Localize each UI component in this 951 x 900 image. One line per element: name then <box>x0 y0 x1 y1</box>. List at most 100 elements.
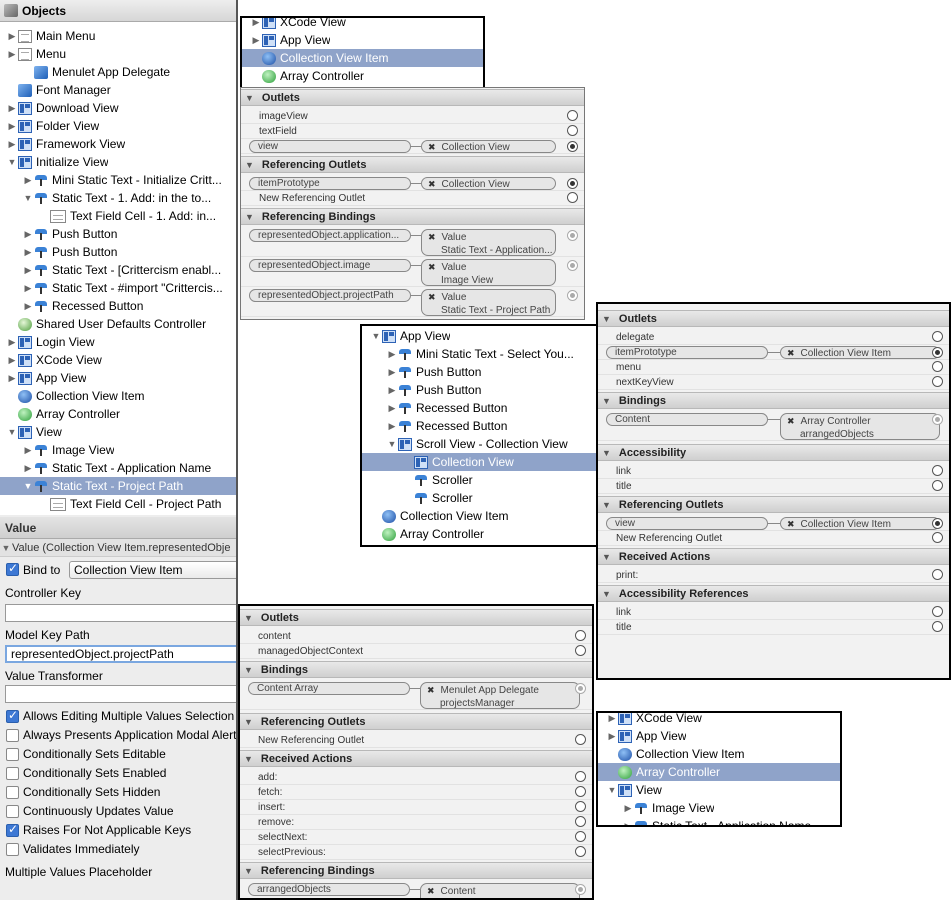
connection-target[interactable]: ✖ Value Image View <box>421 259 556 286</box>
outline-row[interactable]: ▶ Folder View <box>0 117 236 135</box>
outline-row[interactable]: Text Field Cell - 1. Add: in... <box>0 207 236 225</box>
outline-row[interactable]: ▶ Main Menu <box>0 27 236 45</box>
option-checkbox[interactable] <box>6 767 19 780</box>
outline-row[interactable]: ▶ Static Text - Application Name <box>0 459 236 477</box>
outline-row[interactable]: ▶ XCode View <box>242 18 483 31</box>
outline-row[interactable]: Scroller <box>362 489 598 507</box>
connection-circle-icon[interactable] <box>567 110 578 121</box>
connection-circle-icon[interactable] <box>932 347 943 358</box>
disclosure-down-icon[interactable]: ▼ <box>602 500 611 510</box>
connection-circle-icon[interactable] <box>575 846 586 857</box>
disclosure-right-icon[interactable]: ▶ <box>22 301 34 312</box>
connection-circle-icon[interactable] <box>567 178 578 189</box>
outline-row[interactable]: Collection View Item <box>242 49 483 67</box>
disclosure-down-icon[interactable]: ▼ <box>22 481 34 491</box>
disclosure-down-icon[interactable]: ▼ <box>606 785 618 795</box>
outline-row[interactable]: ▶ Push Button <box>362 381 598 399</box>
connection-circle-icon[interactable] <box>567 141 578 152</box>
disclosure-right-icon[interactable]: ▶ <box>250 35 262 46</box>
connection-circle-icon[interactable] <box>932 606 943 617</box>
option-checkbox[interactable] <box>6 822 19 837</box>
connection-circle-icon[interactable] <box>575 683 586 694</box>
disclosure-right-icon[interactable]: ▶ <box>6 373 18 384</box>
disconnect-x-icon[interactable]: ✖ <box>428 292 436 302</box>
disconnect-x-icon[interactable]: ✖ <box>787 519 795 529</box>
disclosure-right-icon[interactable]: ▶ <box>22 463 34 474</box>
outline-row[interactable]: ▶ Image View <box>0 441 236 459</box>
connection-circle-icon[interactable] <box>932 480 943 491</box>
binding-subheader[interactable]: ▼ Value (Collection View Item.represente… <box>0 539 236 557</box>
outline-row[interactable]: ▶ App View <box>0 369 236 387</box>
disclosure-right-icon[interactable]: ▶ <box>622 803 634 814</box>
disclosure-right-icon[interactable]: ▶ <box>6 355 18 366</box>
outlet-name-pill[interactable]: Content <box>606 413 768 426</box>
connection-circle-icon[interactable] <box>932 414 943 425</box>
connections-section-header[interactable]: ▼ Referencing Bindings <box>241 208 584 225</box>
bind-to-checkbox[interactable] <box>6 561 19 576</box>
connection-circle-icon[interactable] <box>575 884 586 895</box>
connection-circle-icon[interactable] <box>932 569 943 580</box>
connections-section-header[interactable]: ▼ Accessibility <box>598 444 949 461</box>
disconnect-x-icon[interactable]: ✖ <box>428 179 436 189</box>
connection-circle-icon[interactable] <box>932 465 943 476</box>
disclosure-down-icon[interactable]: ▼ <box>245 212 254 222</box>
connection-circle-icon[interactable] <box>567 192 578 203</box>
outlet-name-pill[interactable]: itemPrototype <box>606 346 768 359</box>
outline-row[interactable]: ▶ Static Text - Application Name <box>598 817 840 826</box>
connections-section-header[interactable]: ▼ Received Actions <box>240 750 592 767</box>
connection-circle-icon[interactable] <box>575 734 586 745</box>
disclosure-right-icon[interactable]: ▶ <box>6 121 18 132</box>
connections-section-header[interactable]: ▼ Referencing Bindings <box>240 862 592 879</box>
outline-row[interactable]: ▼ App View <box>362 327 598 345</box>
connections-section-header[interactable]: ▼ Referencing Outlets <box>241 156 584 173</box>
disclosure-down-icon[interactable]: ▼ <box>602 314 611 324</box>
outline-row[interactable]: Collection View Item <box>0 387 236 405</box>
disclosure-right-icon[interactable]: ▶ <box>386 403 398 414</box>
controller-key-field[interactable] <box>5 604 236 622</box>
connections-section-header[interactable]: ▼ Accessibility References <box>598 585 949 602</box>
disclosure-down-icon[interactable]: ▼ <box>6 157 18 167</box>
outline-row[interactable]: Array Controller <box>242 67 483 85</box>
outlet-name-pill[interactable]: arrangedObjects <box>248 883 410 896</box>
outlet-name-pill[interactable]: view <box>249 140 411 153</box>
connection-circle-icon[interactable] <box>567 230 578 241</box>
connections-section-header[interactable]: ▼ Outlets <box>598 310 949 327</box>
disclosure-right-icon[interactable]: ▶ <box>622 821 634 826</box>
disclosure-right-icon[interactable]: ▶ <box>22 175 34 186</box>
connections-section-header[interactable]: ▼ Referencing Outlets <box>598 496 949 513</box>
option-checkbox[interactable] <box>6 843 19 856</box>
outline-row[interactable]: ▼ Static Text - Project Path <box>0 477 236 495</box>
disclosure-down-icon[interactable]: ▼ <box>244 613 253 623</box>
disclosure-down-icon[interactable]: ▼ <box>244 717 253 727</box>
disclosure-down-icon[interactable]: ▼ <box>602 448 611 458</box>
value-transformer-field[interactable] <box>5 685 236 703</box>
disconnect-x-icon[interactable]: ✖ <box>428 142 436 152</box>
disconnect-x-icon[interactable]: ✖ <box>427 886 435 896</box>
outline-row[interactable]: ▶ Login View <box>0 333 236 351</box>
connection-target[interactable]: ✖ Value Static Text - Project Path <box>421 289 556 316</box>
outline-row[interactable]: ▼ View <box>598 781 840 799</box>
outline-row[interactable]: Text Field Cell - Project Path <box>0 495 236 513</box>
outline-row[interactable]: ▼ View <box>0 423 236 441</box>
outline-row[interactable]: Font Manager <box>0 81 236 99</box>
disclosure-down-icon[interactable]: ▼ <box>370 331 382 341</box>
connection-target[interactable]: ✖ Collection View Item <box>780 517 940 530</box>
connection-circle-icon[interactable] <box>567 290 578 301</box>
outline-row[interactable]: Array Controller <box>362 525 598 543</box>
connection-circle-icon[interactable] <box>932 518 943 529</box>
disclosure-right-icon[interactable]: ▶ <box>606 731 618 742</box>
connection-target[interactable]: ✖ Menulet App Delegate projectsManager <box>420 682 580 709</box>
outline-row[interactable]: ▶ Push Button <box>362 363 598 381</box>
outline-row[interactable]: ▶ Menu <box>0 45 236 63</box>
outline-row[interactable]: Collection View <box>362 453 598 471</box>
outline-row[interactable]: ▼ Scroll View - Collection View <box>362 435 598 453</box>
outline-row[interactable]: ▶ Recessed Button <box>362 399 598 417</box>
connection-circle-icon[interactable] <box>932 621 943 632</box>
outline-row[interactable]: ▶ Image View <box>598 799 840 817</box>
connections-section-header[interactable]: ▼ Referencing Outlets <box>240 713 592 730</box>
outline-row[interactable]: ▶ Download View <box>0 99 236 117</box>
disclosure-down-icon[interactable]: ▼ <box>244 665 253 675</box>
outline-row[interactable]: Array Controller <box>598 763 840 781</box>
option-checkbox[interactable] <box>6 786 19 799</box>
connections-section-header[interactable]: ▼ Bindings <box>240 661 592 678</box>
